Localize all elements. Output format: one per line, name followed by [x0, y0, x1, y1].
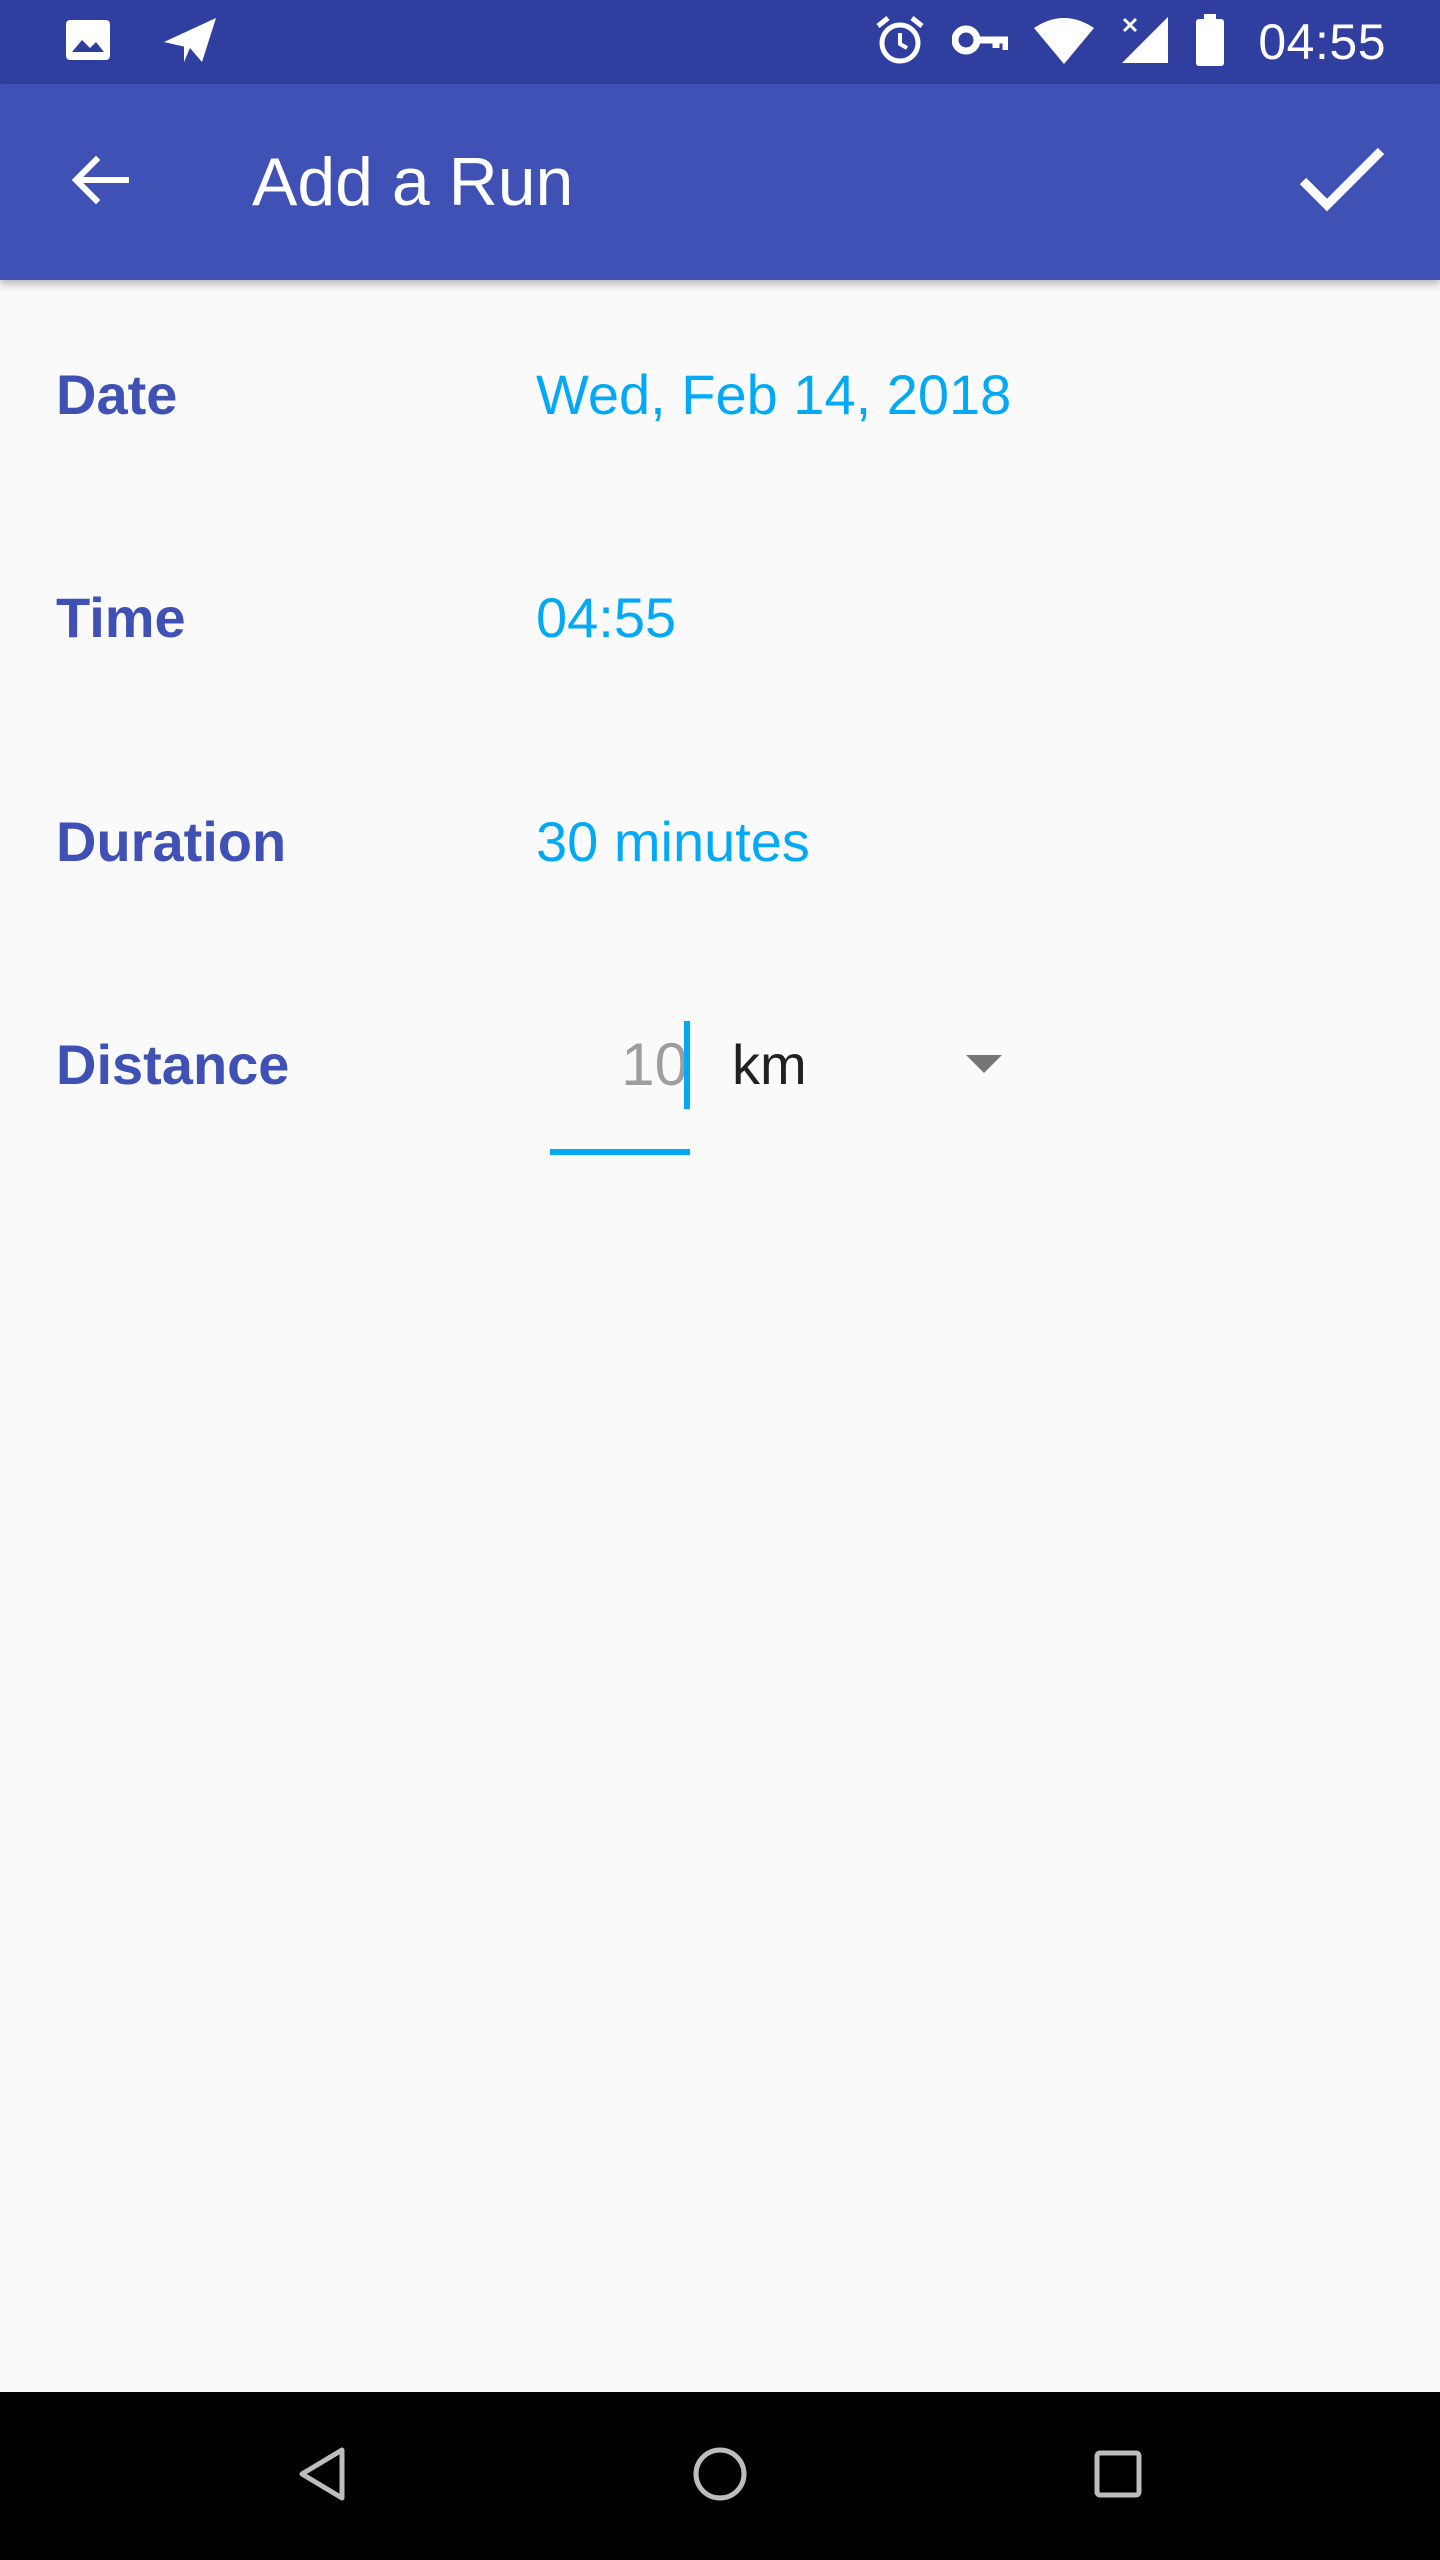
status-bar: 04:55 — [0, 0, 1440, 84]
back-button[interactable] — [50, 132, 150, 232]
status-bar-left — [64, 14, 218, 70]
distance-input[interactable]: 10 — [550, 1005, 690, 1155]
distance-label: Distance — [56, 1033, 290, 1096]
date-value[interactable]: Wed, Feb 14, 2018 — [536, 325, 1011, 465]
date-label: Date — [56, 363, 178, 426]
nav-back-icon — [292, 2444, 352, 2509]
unit-select[interactable]: km — [718, 1005, 1018, 1125]
image-icon — [64, 18, 112, 67]
dropdown-arrow-icon — [966, 1055, 1002, 1073]
duration-value[interactable]: 30 minutes — [536, 772, 810, 912]
duration-label: Duration — [56, 810, 287, 873]
signal-off-icon — [1120, 15, 1170, 70]
page-title: Add a Run — [252, 144, 574, 220]
key-icon — [951, 20, 1010, 65]
duration-row: Duration 30 minutes — [0, 772, 1440, 912]
save-button[interactable] — [1284, 124, 1400, 240]
app-toolbar: Add a Run — [0, 84, 1440, 280]
send-icon — [162, 16, 218, 69]
battery-icon — [1196, 13, 1225, 71]
date-row: Date Wed, Feb 14, 2018 — [0, 325, 1440, 465]
time-value[interactable]: 04:55 — [536, 548, 676, 688]
nav-home-icon — [690, 2444, 750, 2509]
arrow-back-icon — [68, 148, 132, 217]
input-underline — [550, 1149, 690, 1155]
nav-home-button[interactable] — [670, 2426, 770, 2526]
alarm-icon — [874, 14, 926, 71]
nav-back-button[interactable] — [272, 2426, 372, 2526]
distance-value: 10 — [621, 1031, 688, 1098]
nav-recents-icon — [1088, 2444, 1148, 2509]
time-row: Time 04:55 — [0, 548, 1440, 688]
system-navigation-bar — [0, 2392, 1440, 2560]
unit-value: km — [732, 1033, 807, 1096]
check-icon — [1297, 145, 1387, 220]
nav-recents-button[interactable] — [1068, 2426, 1168, 2526]
text-cursor — [684, 1021, 690, 1109]
wifi-icon — [1034, 16, 1095, 69]
time-label: Time — [56, 586, 186, 649]
status-bar-right: 04:55 — [874, 13, 1386, 71]
status-time: 04:55 — [1258, 14, 1386, 70]
